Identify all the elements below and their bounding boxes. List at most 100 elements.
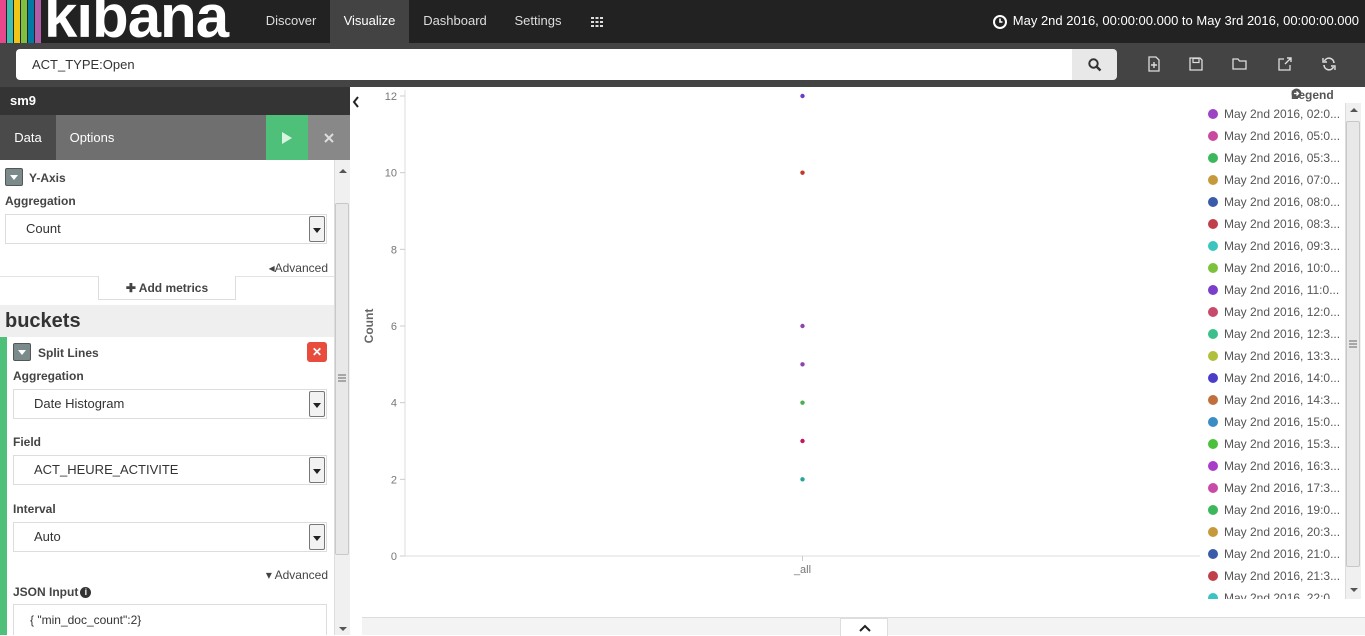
- remove-bucket-button[interactable]: ✕: [307, 342, 327, 362]
- editor-tabs: Data Options: [0, 115, 350, 160]
- legend-swatch: [1208, 571, 1218, 581]
- nav-visualize[interactable]: Visualize: [330, 0, 409, 43]
- legend-item[interactable]: May 2nd 2016, 02:0...: [1208, 103, 1348, 125]
- y-tick-label: 8: [391, 244, 397, 256]
- logo-stripe: [21, 0, 27, 43]
- legend-item[interactable]: May 2nd 2016, 17:3...: [1208, 477, 1348, 499]
- chevron-down-icon[interactable]: [5, 168, 23, 186]
- y-tick-label: 6: [391, 321, 397, 333]
- legend-label: May 2nd 2016, 08:3...: [1224, 217, 1341, 231]
- collapse-sidebar-button[interactable]: [350, 87, 362, 117]
- info-icon[interactable]: i: [80, 587, 92, 599]
- interval-label: Interval: [13, 502, 56, 516]
- legend-item[interactable]: May 2nd 2016, 07:0...: [1208, 169, 1348, 191]
- legend-item[interactable]: May 2nd 2016, 09:3...: [1208, 235, 1348, 257]
- bucket-advanced-label: Advanced: [274, 568, 328, 582]
- apply-changes-button[interactable]: [266, 115, 308, 160]
- legend-label: May 2nd 2016, 05:3...: [1224, 151, 1341, 165]
- save-icon[interactable]: [1188, 56, 1204, 72]
- tab-options[interactable]: Options: [56, 115, 128, 160]
- legend-list: May 2nd 2016, 02:0... May 2nd 2016, 05:0.…: [1208, 103, 1348, 599]
- legend-item[interactable]: May 2nd 2016, 21:3...: [1208, 565, 1348, 587]
- metric-aggregation-select[interactable]: Count: [5, 214, 327, 244]
- legend-item[interactable]: May 2nd 2016, 19:0...: [1208, 499, 1348, 521]
- new-visualization-icon[interactable]: [1146, 56, 1162, 72]
- legend-item[interactable]: May 2nd 2016, 20:3...: [1208, 521, 1348, 543]
- y-tick-label: 0: [391, 551, 397, 563]
- grid-icon-glyph: [591, 16, 603, 27]
- legend-swatch: [1208, 153, 1218, 163]
- legend-swatch: [1208, 307, 1218, 317]
- legend-swatch: [1208, 131, 1218, 141]
- legend-item[interactable]: May 2nd 2016, 05:0...: [1208, 125, 1348, 147]
- chevron-down-icon[interactable]: [13, 343, 31, 361]
- field-value: ACT_HEURE_ACTIVITE: [34, 462, 179, 477]
- metric-title: Y-Axis: [29, 171, 66, 185]
- legend-item[interactable]: May 2nd 2016, 13:3...: [1208, 345, 1348, 367]
- legend-item[interactable]: May 2nd 2016, 16:3...: [1208, 455, 1348, 477]
- bucket-advanced-toggle[interactable]: ▾ Advanced: [266, 568, 328, 582]
- legend-item[interactable]: May 2nd 2016, 08:0...: [1208, 191, 1348, 213]
- legend-label: May 2nd 2016, 20:3...: [1224, 525, 1341, 539]
- nav-dashboard[interactable]: Dashboard: [409, 0, 501, 43]
- interval-select[interactable]: Auto: [13, 522, 327, 552]
- bucket-title: Split Lines: [38, 346, 99, 360]
- legend-swatch: [1208, 483, 1218, 493]
- chevron-left-icon: [352, 96, 359, 108]
- time-picker[interactable]: May 2nd 2016, 00:00:00.000 to May 3rd 20…: [992, 0, 1359, 43]
- search-button[interactable]: [1072, 49, 1117, 80]
- legend-scroll-thumb[interactable]: [1346, 121, 1360, 567]
- legend-item[interactable]: May 2nd 2016, 14:3...: [1208, 389, 1348, 411]
- legend-item[interactable]: May 2nd 2016, 21:0...: [1208, 543, 1348, 565]
- legend-item[interactable]: May 2nd 2016, 12:0...: [1208, 301, 1348, 323]
- metric-aggregation-value: Count: [26, 221, 61, 236]
- legend-item[interactable]: May 2nd 2016, 10:0...: [1208, 257, 1348, 279]
- legend-label: May 2nd 2016, 19:0...: [1224, 503, 1341, 517]
- metric-advanced-toggle[interactable]: ◂Advanced: [269, 261, 328, 275]
- chevron-up-icon: [859, 624, 871, 632]
- legend-item[interactable]: May 2nd 2016, 15:3...: [1208, 433, 1348, 455]
- caret-down-icon: ▾: [265, 568, 272, 582]
- legend-swatch: [1208, 461, 1218, 471]
- tab-data[interactable]: Data: [0, 115, 56, 160]
- legend-label: May 2nd 2016, 16:3...: [1224, 459, 1341, 473]
- legend-swatch: [1208, 241, 1218, 251]
- chart-canvas: 0 2 4 6 8 10 12 Count _all: [362, 90, 1200, 576]
- open-icon[interactable]: [1232, 56, 1248, 72]
- sidebar-scroll-thumb[interactable]: [335, 203, 349, 555]
- json-input-textarea[interactable]: { "min_doc_count":2}: [13, 604, 327, 635]
- legend-item[interactable]: May 2nd 2016, 12:3...: [1208, 323, 1348, 345]
- data-point: [800, 170, 805, 175]
- legend-item[interactable]: May 2nd 2016, 11:0...: [1208, 279, 1348, 301]
- refresh-icon[interactable]: [1321, 56, 1337, 72]
- nav-settings[interactable]: Settings: [501, 0, 575, 43]
- legend-item[interactable]: May 2nd 2016, 22:0...: [1208, 587, 1348, 599]
- legend-label: May 2nd 2016, 15:3...: [1224, 437, 1341, 451]
- legend-item[interactable]: May 2nd 2016, 15:0...: [1208, 411, 1348, 433]
- legend-toggle[interactable]: Legend: [1291, 88, 1334, 102]
- field-select[interactable]: ACT_HEURE_ACTIVITE: [13, 455, 327, 485]
- spy-toggle-button[interactable]: [840, 618, 888, 636]
- legend-label: May 2nd 2016, 13:3...: [1224, 349, 1341, 363]
- bucket-aggregation-select[interactable]: Date Histogram: [13, 389, 327, 419]
- legend-swatch: [1208, 197, 1218, 207]
- scroll-down-icon: [1350, 588, 1358, 592]
- nav-discover[interactable]: Discover: [252, 0, 330, 43]
- buckets-heading: buckets: [0, 305, 334, 337]
- legend-label: May 2nd 2016, 22:0...: [1224, 591, 1341, 599]
- grip-icon: [1349, 340, 1357, 348]
- legend-swatch: [1208, 439, 1218, 449]
- add-metrics-button[interactable]: ✚ Add metrics: [98, 276, 236, 300]
- interval-value: Auto: [34, 529, 61, 544]
- legend-item[interactable]: May 2nd 2016, 14:0...: [1208, 367, 1348, 389]
- chevron-down-icon: [309, 216, 325, 242]
- spy-panel-bar: [362, 617, 1365, 636]
- legend-item[interactable]: May 2nd 2016, 08:3...: [1208, 213, 1348, 235]
- discard-changes-button[interactable]: [308, 115, 350, 160]
- query-input[interactable]: ACT_TYPE:Open: [16, 49, 1072, 80]
- add-metrics-label: Add metrics: [138, 281, 209, 295]
- share-icon[interactable]: [1277, 56, 1293, 72]
- kibana-logo[interactable]: kibana: [0, 0, 252, 43]
- legend-item[interactable]: May 2nd 2016, 05:3...: [1208, 147, 1348, 169]
- grid-icon[interactable]: [575, 0, 619, 43]
